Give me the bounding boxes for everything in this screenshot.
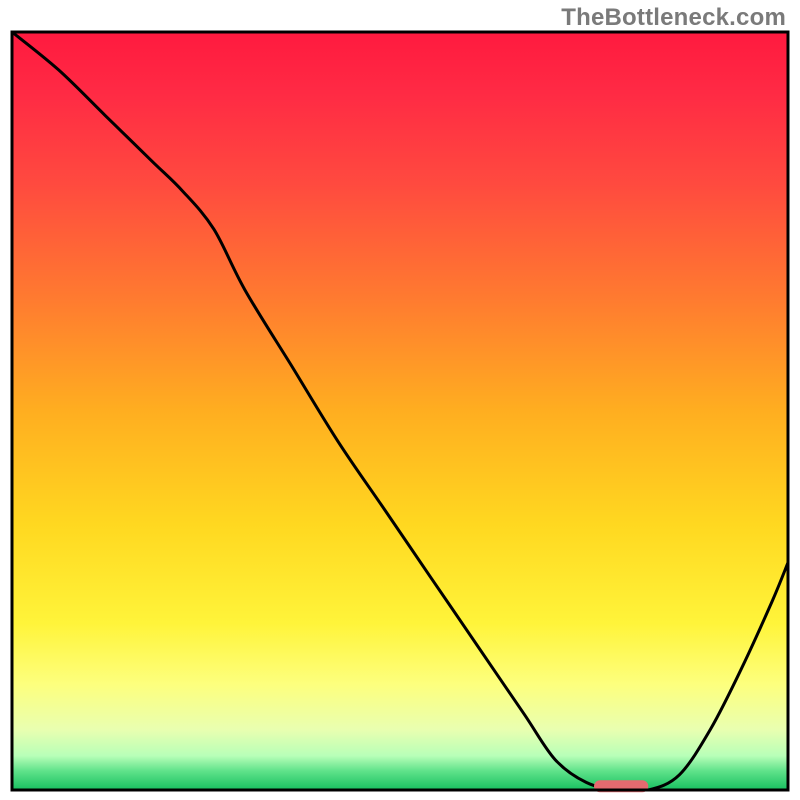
plot-background [12,32,788,790]
bottleneck-plot [0,0,800,800]
chart-container: TheBottleneck.com [0,0,800,800]
